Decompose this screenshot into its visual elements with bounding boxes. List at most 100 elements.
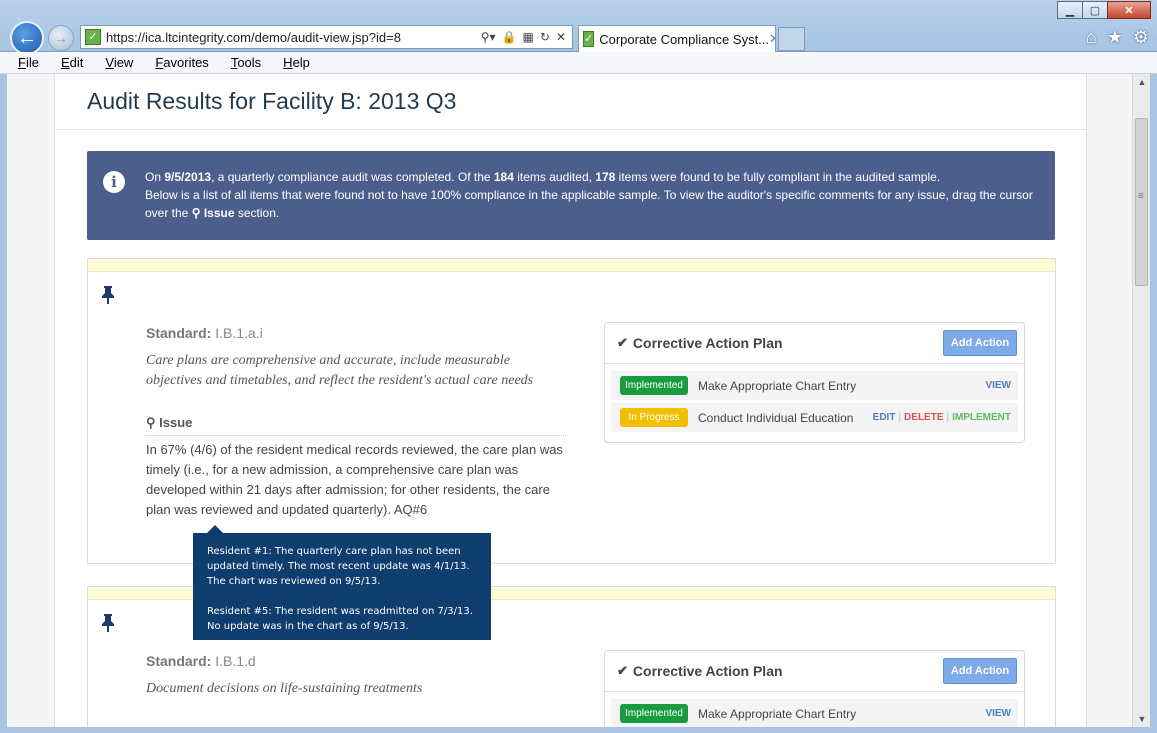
status-badge: In Progress [620,408,688,427]
banner-text: items were found to be fully compliant i… [615,170,941,184]
search-icon[interactable]: ⚲▾ [481,30,496,44]
cap-title: Corrective Action Plan [632,663,783,679]
home-icon[interactable]: ⌂ [1086,27,1097,48]
vertical-scrollbar[interactable]: ▲ ▼ [1132,74,1150,727]
tab-title: Corporate Compliance Syst... [599,31,770,47]
standard-code: I.B.1.a.i [215,325,263,341]
stop-icon[interactable]: ✕ [556,30,566,44]
info-icon: i [103,171,125,193]
url-text[interactable]: https://ica.ltcintegrity.com/demo/audit-… [106,30,401,45]
banner-text: section. [234,206,280,220]
address-icons: ⚲▾ 🔒 ▦ ↻ ✕ [481,30,572,44]
banner-line-2: Below is a list of all items that were f… [145,186,1035,222]
pushpin-icon[interactable] [100,285,116,310]
row-links: VIEW [985,371,1011,400]
corrective-action-plan: ✔ Corrective Action Plan Add Action Impl… [604,650,1025,727]
cap-body: Implemented Make Appropriate Chart Entry… [605,692,1024,727]
scroll-thumb[interactable] [1135,118,1148,286]
cap-title: Corrective Action Plan [632,335,783,351]
separator: | [898,412,902,423]
window-controls: ▁ ▢ ✕ [1057,1,1151,19]
close-window-button[interactable]: ✕ [1107,1,1151,19]
issue-heading[interactable]: ⚲ Issue [146,415,566,436]
action-name: Make Appropriate Chart Entry [698,706,857,721]
menu-file[interactable]: File [18,55,39,70]
window-frame-right [1150,74,1157,733]
auditor-comments-tooltip: Resident #1: The quarterly care plan has… [193,525,491,640]
items-audited-count: 184 [493,170,514,184]
standard-description: Care plans are comprehensive and accurat… [146,353,534,388]
minimize-button[interactable]: ▁ [1057,1,1083,19]
standard-label-text: Standard: [146,653,212,669]
menu-favorites[interactable]: Favorites [155,55,208,70]
menu-bar: File Edit View Favorites Tools Help [0,52,1157,74]
action-name: Make Appropriate Chart Entry [698,378,857,393]
tooltip-comment: Resident #1: The quarterly care plan has… [207,546,470,587]
menu-view[interactable]: View [105,55,133,70]
cap-body: Implemented Make Appropriate Chart Entry… [605,364,1024,442]
page-container: Audit Results for Facility B: 2013 Q3 i … [54,74,1087,727]
magnifier-icon: ⚲ [146,415,156,430]
scroll-up-arrow-icon[interactable]: ▲ [1133,74,1151,90]
row-links: VIEW [985,699,1011,727]
separator: | [946,412,950,423]
action-name: Conduct Individual Education [698,410,854,425]
tooltip-comment: Resident #5: The resident was readmitted… [207,606,473,632]
add-action-button[interactable]: Add Action [943,658,1017,684]
standard-description: Document decisions on life-sustaining tr… [146,681,423,696]
scroll-down-arrow-icon[interactable]: ▼ [1133,711,1151,727]
banner-text: On [145,170,165,184]
lock-icon[interactable]: 🔒 [502,30,517,44]
tab-compliance[interactable]: ✓ Corporate Compliance Syst... ✕ [578,25,776,52]
checkmark-icon: ✔ [617,663,628,678]
standard-label: Standard: I.B.1.a.i [146,325,263,341]
forward-button[interactable]: → [48,25,74,51]
tab-close-icon[interactable]: ✕ [769,31,775,47]
address-bar[interactable]: ✓ https://ica.ltcintegrity.com/demo/audi… [80,25,573,49]
magnifier-icon: ⚲ [191,206,201,220]
delete-link[interactable]: DELETE [904,412,943,423]
issue-word: Issue [203,206,235,220]
audit-date: 9/5/2013 [164,170,212,184]
page-viewport: Audit Results for Facility B: 2013 Q3 i … [7,74,1132,727]
action-row: Implemented Make Appropriate Chart Entry… [611,371,1018,400]
divider [55,129,1086,130]
row-links: EDIT | DELETE | IMPLEMENT [873,403,1011,432]
issue-label: Issue [159,415,193,430]
standard-code: I.B.1.d [215,653,256,669]
banner-line-1: On 9/5/2013, a quarterly compliance audi… [145,168,1035,186]
audit-item-card: Standard: I.B.1.a.i Care plans are compr… [87,258,1056,564]
card-strip [88,259,1055,272]
tab-favicon-icon: ✓ [583,31,595,47]
site-favicon-icon: ✓ [85,29,101,45]
menu-tools[interactable]: Tools [231,55,261,70]
back-button[interactable]: ← [10,21,44,55]
status-badge: Implemented [620,704,688,723]
page-title: Audit Results for Facility B: 2013 Q3 [87,88,457,114]
items-compliant-count: 178 [595,170,616,184]
new-tab-button[interactable] [778,27,805,51]
gear-icon[interactable]: ⚙ [1133,27,1149,48]
checkmark-icon: ✔ [617,335,628,350]
arrow-right-icon: → [54,30,68,46]
maximize-button[interactable]: ▢ [1082,1,1108,19]
menu-help[interactable]: Help [283,55,310,70]
arrow-left-icon: ← [17,26,37,49]
view-link[interactable]: VIEW [985,380,1011,391]
edit-link[interactable]: EDIT [873,412,896,423]
pushpin-icon[interactable] [100,613,116,638]
view-link[interactable]: VIEW [985,708,1011,719]
banner-text: , a quarterly compliance audit was compl… [211,170,494,184]
compat-view-icon[interactable]: ▦ [523,30,534,44]
favorites-star-icon[interactable]: ★ [1107,27,1123,48]
window-frame-left [0,74,7,733]
refresh-icon[interactable]: ↻ [540,30,550,44]
browser-tools: ⌂ ★ ⚙ [1086,27,1149,48]
implement-link[interactable]: IMPLEMENT [952,412,1011,423]
status-badge: Implemented [620,376,688,395]
standard-label: Standard: I.B.1.d [146,653,256,669]
issue-text[interactable]: In 67% (4/6) of the resident medical rec… [146,440,566,520]
menu-edit[interactable]: Edit [61,55,83,70]
action-row: Implemented Make Appropriate Chart Entry… [611,699,1018,727]
add-action-button[interactable]: Add Action [943,330,1017,356]
